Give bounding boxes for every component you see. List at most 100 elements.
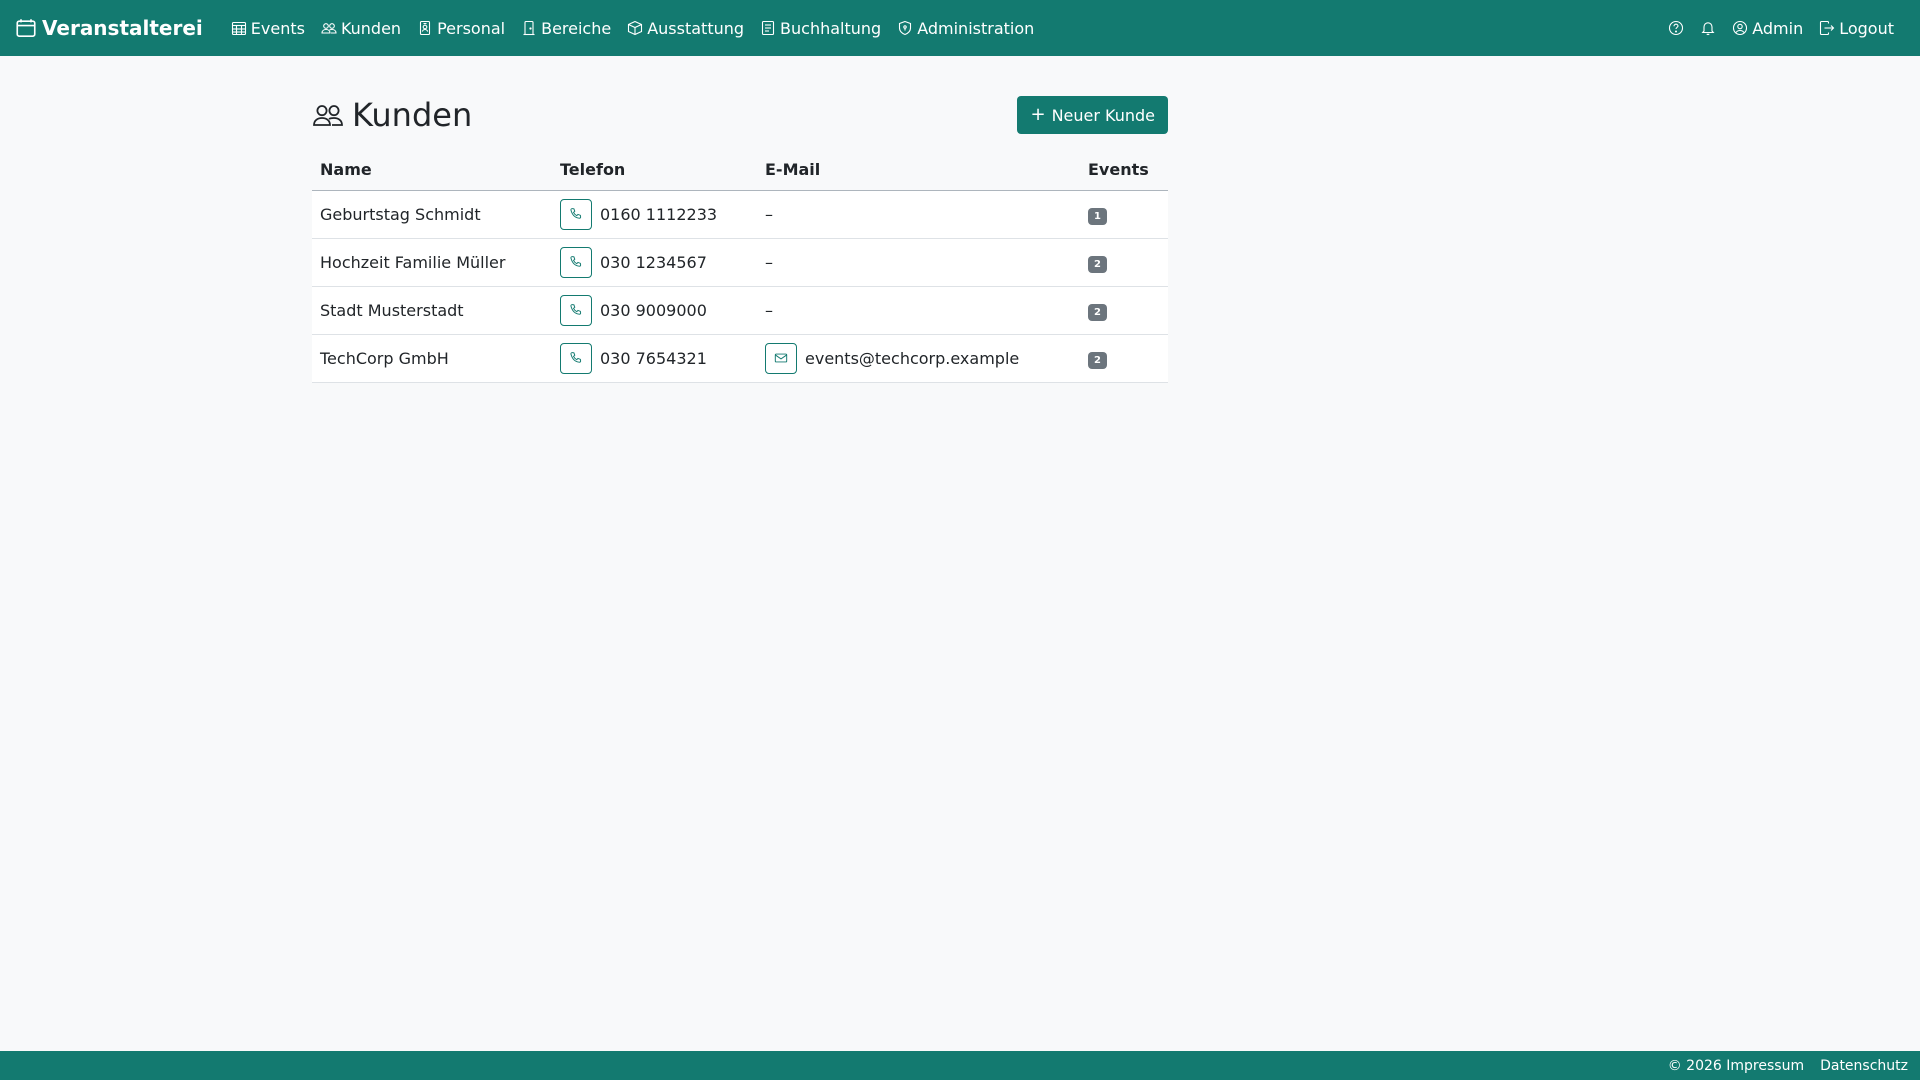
phone-icon [569, 351, 583, 365]
main-content: Kunden + Neuer Kunde Name Telefon E-Mail… [312, 96, 1168, 383]
events-count-badge: 2 [1088, 303, 1107, 321]
logout-link[interactable]: Logout [1811, 0, 1902, 56]
events-count-badge: 1 [1088, 207, 1107, 225]
nav-item-ausstattung[interactable]: Ausstattung [619, 0, 752, 56]
logout-label: Logout [1839, 18, 1894, 38]
nav-item-events[interactable]: Events [223, 0, 313, 56]
phone-cell: 030 9009000 [560, 294, 749, 326]
phone-icon [569, 303, 583, 317]
cell-phone: 0160 1112233 [552, 190, 757, 239]
phone-icon [569, 207, 583, 221]
envelope-icon [774, 351, 788, 365]
page-title-text: Kunden [352, 96, 473, 134]
send-email-button[interactable] [765, 342, 797, 374]
email-cell: events@techcorp.example [765, 342, 1072, 374]
nav-right: Admin Logout [1660, 0, 1902, 56]
cell-phone: 030 9009000 [552, 286, 757, 335]
phone-value: 030 7654321 [600, 348, 707, 368]
footer: © 2026 Impressum Datenschutz [0, 1051, 1920, 1080]
nav-label-kunden: Kunden [340, 18, 402, 38]
user-menu[interactable]: Admin [1724, 0, 1811, 56]
nav-item-kunden[interactable]: Kunden [313, 0, 409, 56]
customer-name: Hochzeit Familie Müller [320, 252, 506, 272]
phone-cell: 030 1234567 [560, 246, 749, 278]
customer-name: TechCorp GmbH [320, 348, 449, 368]
logout-icon [1819, 20, 1835, 36]
header-email[interactable]: E-Mail [757, 150, 1080, 191]
call-button[interactable] [560, 342, 592, 374]
phone-value: 030 1234567 [600, 252, 707, 272]
cell-name: Hochzeit Familie Müller [312, 238, 552, 287]
phone-cell: 0160 1112233 [560, 198, 749, 230]
customer-name: Geburtstag Schmidt [320, 204, 481, 224]
email-value: – [765, 252, 773, 272]
cell-name: Stadt Musterstadt [312, 286, 552, 335]
phone-value: 0160 1112233 [600, 204, 718, 224]
cell-email: – [757, 286, 1080, 335]
nav-item-bereiche[interactable]: Bereiche [513, 0, 619, 56]
cell-events: 2 [1080, 334, 1168, 383]
shield-icon [897, 20, 913, 36]
page-header: Kunden + Neuer Kunde [312, 96, 1168, 134]
top-navbar: Veranstalterei Events Kunden Personal Be… [0, 0, 1920, 56]
cell-name: Geburtstag Schmidt [312, 190, 552, 239]
box-icon [627, 20, 643, 36]
table-header-row: Name Telefon E-Mail Events [312, 150, 1168, 191]
call-button[interactable] [560, 246, 592, 278]
user-label: Admin [1752, 18, 1804, 38]
cell-events: 2 [1080, 238, 1168, 287]
journal-icon [760, 20, 776, 36]
question-circle-icon [1668, 20, 1684, 36]
nav-label-buchhaltung: Buchhaltung [780, 18, 882, 38]
call-button[interactable] [560, 294, 592, 326]
table-row[interactable]: TechCorp GmbH 030 7654321 events@techcor… [312, 334, 1168, 383]
nav-label-bereiche: Bereiche [541, 18, 612, 38]
brand-name: Veranstalterei [42, 16, 203, 40]
nav-item-buchhaltung[interactable]: Buchhaltung [752, 0, 889, 56]
table-row[interactable]: Geburtstag Schmidt 0160 1112233 – 1 [312, 190, 1168, 239]
main-nav: Events Kunden Personal Bereiche Ausstatt… [223, 0, 1043, 56]
footer-datenschutz[interactable]: Datenschutz [1820, 1058, 1908, 1074]
people-icon [312, 99, 344, 131]
nav-label-ausstattung: Ausstattung [647, 18, 745, 38]
page-title: Kunden [312, 96, 472, 134]
phone-value: 030 9009000 [600, 300, 707, 320]
cell-email: events@techcorp.example [757, 334, 1080, 383]
events-count-badge: 2 [1088, 351, 1107, 369]
email-value: – [765, 300, 773, 320]
call-button[interactable] [560, 198, 592, 230]
cell-name: TechCorp GmbH [312, 334, 552, 383]
nav-item-administration[interactable]: Administration [889, 0, 1042, 56]
email-value: – [765, 204, 773, 224]
cell-email: – [757, 238, 1080, 287]
calendar-icon [16, 18, 36, 38]
nav-label-administration: Administration [917, 18, 1035, 38]
cell-events: 2 [1080, 286, 1168, 335]
header-phone[interactable]: Telefon [552, 150, 757, 191]
door-icon [521, 20, 537, 36]
cell-phone: 030 7654321 [552, 334, 757, 383]
table-row[interactable]: Hochzeit Familie Müller 030 1234567 – 2 [312, 238, 1168, 287]
phone-cell: 030 7654321 [560, 342, 749, 374]
footer-impressum[interactable]: © 2026 Impressum [1668, 1058, 1804, 1074]
email-value: events@techcorp.example [805, 348, 1020, 368]
calendar-grid-icon [231, 20, 247, 36]
nav-item-personal[interactable]: Personal [409, 0, 513, 56]
header-events[interactable]: Events [1080, 150, 1168, 191]
brand-link[interactable]: Veranstalterei [16, 16, 203, 40]
new-customer-button[interactable]: + Neuer Kunde [1017, 96, 1168, 134]
table-row[interactable]: Stadt Musterstadt 030 9009000 – 2 [312, 286, 1168, 335]
new-customer-label: Neuer Kunde [1051, 105, 1155, 125]
bell-icon [1700, 20, 1716, 36]
plus-icon: + [1030, 104, 1046, 125]
nav-label-events: Events [250, 18, 305, 38]
badge-icon [417, 20, 433, 36]
notifications-button[interactable] [1692, 0, 1724, 56]
cell-events: 1 [1080, 190, 1168, 239]
people-icon [321, 20, 337, 36]
nav-label-personal: Personal [437, 18, 506, 38]
phone-icon [569, 255, 583, 269]
user-circle-icon [1732, 20, 1748, 36]
help-button[interactable] [1660, 0, 1692, 56]
header-name[interactable]: Name [312, 150, 552, 191]
